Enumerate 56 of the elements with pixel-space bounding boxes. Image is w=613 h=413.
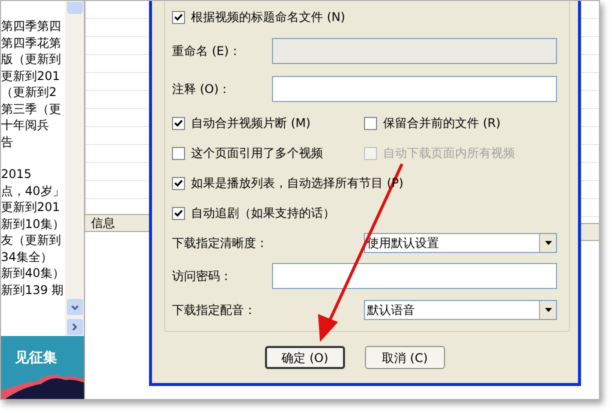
field-label: 访问密码： xyxy=(172,268,233,285)
list-item[interactable]: 十年阅兵 xyxy=(1,117,65,134)
option-label: 这个页面引用了多个视频 xyxy=(191,145,323,162)
dialog-button[interactable]: 确定 (O) xyxy=(265,346,345,369)
option-checkbox[interactable]: 自动合并视频片断 (M) xyxy=(172,114,364,132)
banner-text: 见征集 xyxy=(14,349,58,368)
list-item[interactable]: （更新到2 xyxy=(1,84,65,100)
check-icon xyxy=(174,118,183,128)
list-item[interactable]: 友（更新到 xyxy=(1,232,65,248)
checkbox[interactable] xyxy=(364,116,377,130)
scroll-thumb[interactable] xyxy=(66,2,82,14)
option-checkbox[interactable]: 保留合并前的文件 (R) xyxy=(364,114,501,132)
scrollbar[interactable] xyxy=(65,1,84,336)
option-label: 自动下载页面内所有视频 xyxy=(383,145,515,162)
list-item[interactable]: 第四季第四 xyxy=(1,18,65,34)
list-item[interactable]: 点，40岁」 xyxy=(1,182,65,199)
dropdown-arrow-icon xyxy=(544,240,552,244)
option-label: 根据视频的标题命名文件 (N) xyxy=(191,9,346,26)
scroll-right-icon[interactable] xyxy=(72,323,77,332)
list-item[interactable]: 第四季花第 xyxy=(1,34,65,51)
option-label: 自动合并视频片断 (M) xyxy=(191,115,311,132)
checkbox[interactable] xyxy=(172,176,185,190)
field-label: 下载指定清晰度： xyxy=(172,234,269,252)
field-label: 重命名 (E)： xyxy=(172,43,242,60)
field-label: 下载指定配音： xyxy=(172,302,257,318)
checkbox[interactable] xyxy=(172,206,185,220)
option-checkbox[interactable]: 这个页面引用了多个视频 xyxy=(172,144,364,162)
scroll-down-icon[interactable] xyxy=(70,304,78,310)
input-field[interactable] xyxy=(272,263,557,289)
input-field[interactable] xyxy=(272,76,557,102)
list-item[interactable]: 34集全） xyxy=(1,248,65,265)
option-checkbox[interactable]: 根据视频的标题命名文件 (N) xyxy=(172,8,364,26)
list-item[interactable]: 第三季（更 xyxy=(1,100,65,117)
check-icon xyxy=(174,178,183,188)
checkbox[interactable] xyxy=(172,116,185,130)
list-item[interactable]: 新到40集） xyxy=(1,265,65,282)
checkbox[interactable] xyxy=(172,146,185,160)
option-checkbox[interactable]: 自动追剧（如果支持的话） xyxy=(172,204,364,222)
check-icon xyxy=(174,12,183,22)
column-header: 信息 xyxy=(85,214,149,232)
list-item[interactable]: 新到10集） xyxy=(1,216,65,232)
check-icon xyxy=(174,208,183,218)
field-label: 注释 (O)： xyxy=(172,81,232,98)
dropdown[interactable]: 默认语音 xyxy=(364,300,557,320)
dropdown[interactable]: 使用默认设置 xyxy=(364,232,557,252)
option-label: 自动追剧（如果支持的话） xyxy=(191,205,335,222)
list-item[interactable]: 新到139 期 xyxy=(1,282,65,298)
list-item[interactable]: 更新到201 xyxy=(1,199,65,216)
list-item[interactable]: 版（更新到 xyxy=(1,51,65,68)
list-item[interactable]: 告 xyxy=(1,134,65,150)
list-item[interactable]: 2015 xyxy=(1,166,65,182)
checkbox[interactable] xyxy=(172,10,185,24)
dialog-button[interactable]: 取消 (C) xyxy=(365,346,445,369)
option-label: 保留合并前的文件 (R) xyxy=(383,115,501,132)
dropdown-arrow-icon xyxy=(544,308,552,312)
list-item[interactable]: 更新到201 xyxy=(1,68,65,84)
